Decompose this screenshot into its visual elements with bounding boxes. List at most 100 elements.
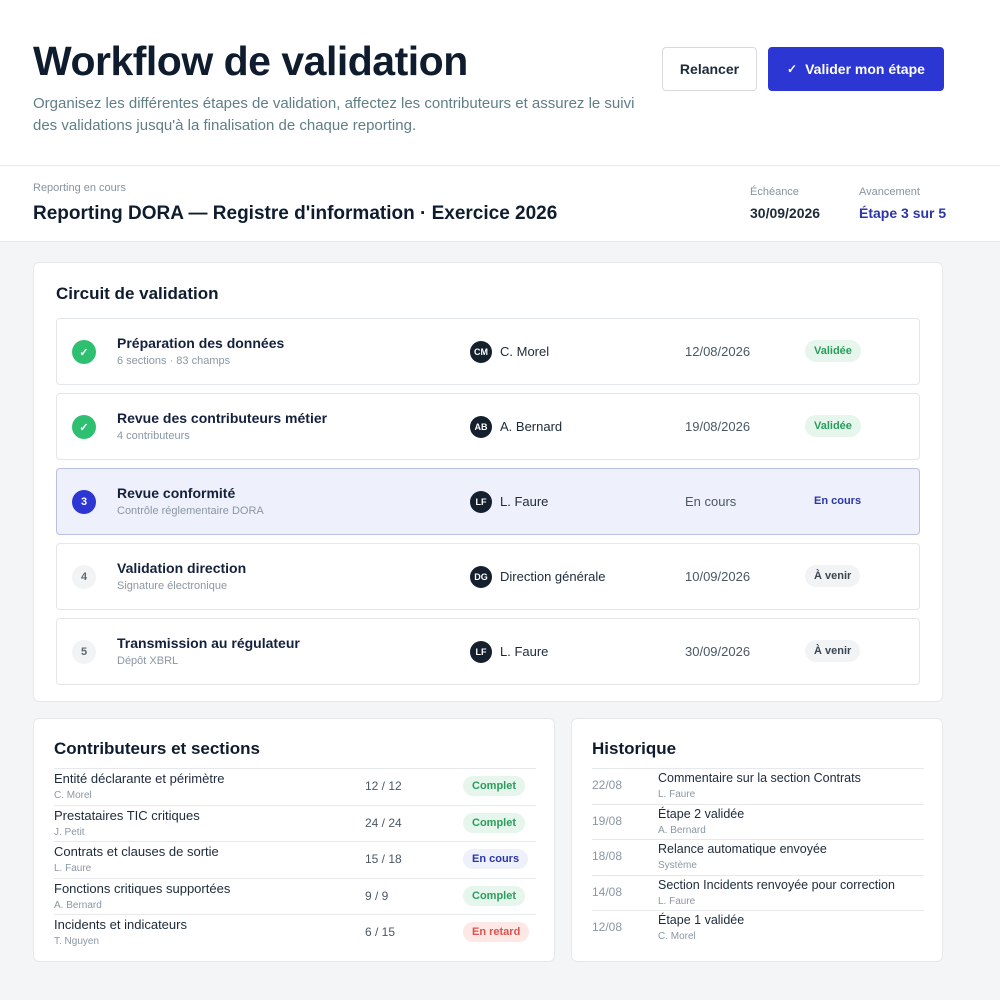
step-name: Validation direction bbox=[117, 560, 247, 576]
page-title: Workflow de validation bbox=[33, 38, 468, 84]
section-contributor: A. Bernard bbox=[54, 899, 102, 911]
history-author: C. Morel bbox=[658, 931, 696, 943]
status-badge: Validée bbox=[805, 340, 861, 362]
page-header: Workflow de validation Organisez les dif… bbox=[0, 0, 1000, 166]
relaunch-button[interactable]: Relancer bbox=[662, 47, 757, 91]
check-icon: ✓ bbox=[787, 62, 798, 76]
validate-step-button[interactable]: ✓ Valider mon étape bbox=[768, 47, 944, 91]
section-row[interactable]: Contrats et clauses de sortie L. Faure 15 … bbox=[54, 841, 536, 878]
history-date: 14/08 bbox=[592, 884, 623, 899]
step-detail: Dépôt XBRL bbox=[117, 655, 179, 667]
history-text: Section Incidents renvoyée pour correcti… bbox=[658, 877, 895, 892]
section-name: Entité déclarante et périmètre bbox=[54, 771, 225, 786]
status-badge: Complet bbox=[463, 812, 525, 833]
section-contributor: J. Petit bbox=[54, 826, 85, 838]
section-name: Fonctions critiques supportées bbox=[54, 880, 231, 896]
progress-value: Étape 3 sur 5 bbox=[859, 205, 947, 221]
contributors-card: Contributeurs et sections Entité déclara… bbox=[33, 718, 555, 962]
section-contributor: L. Faure bbox=[54, 863, 92, 875]
section-fields-count: 15 / 18 bbox=[365, 852, 402, 867]
history-author: Système bbox=[658, 860, 697, 872]
report-eyebrow: Reporting en cours bbox=[33, 182, 126, 194]
history-item: 14/08 Section Incidents renvoyée pour cor… bbox=[592, 874, 924, 911]
step-number: 3 bbox=[72, 490, 96, 514]
step-detail: 4 contributeurs bbox=[117, 430, 190, 442]
circuit-title: Circuit de validation bbox=[56, 284, 219, 303]
step-name: Revue conformité bbox=[117, 485, 236, 501]
status-badge: En retard bbox=[463, 922, 530, 943]
section-name: Incidents et indicateurs bbox=[54, 917, 187, 933]
history-text: Étape 2 validée bbox=[658, 806, 745, 821]
step-date: 30/09/2026 bbox=[685, 644, 751, 659]
avatar: AB bbox=[470, 416, 492, 438]
history-date: 22/08 bbox=[592, 778, 623, 792]
history-date: 18/08 bbox=[592, 849, 623, 864]
step-date: 19/08/2026 bbox=[685, 419, 751, 434]
step-name: Transmission au régulateur bbox=[117, 635, 300, 651]
section-name: Contrats et clauses de sortie bbox=[54, 844, 219, 860]
step-assignee: L. Faure bbox=[500, 494, 549, 509]
history-item: 18/08 Relance automatique envoyée Système bbox=[592, 839, 924, 875]
validation-step[interactable]: 5 Transmission au régulateur Dépôt XBRL LF L… bbox=[56, 618, 920, 685]
section-fields-count: 9 / 9 bbox=[365, 888, 389, 903]
current-report-bar: Reporting en cours Reporting DORA — Regi… bbox=[0, 166, 1000, 242]
history-title: Historique bbox=[592, 739, 677, 758]
avatar: LF bbox=[470, 491, 492, 513]
status-badge: Complet bbox=[463, 885, 525, 906]
validation-step[interactable]: ✓ Préparation des données 6 sections · 83 … bbox=[56, 318, 920, 385]
validation-step[interactable]: 4 Validation direction Signature électroni… bbox=[56, 543, 920, 610]
section-row[interactable]: Incidents et indicateurs T. Nguyen 6 / 15 E… bbox=[54, 914, 536, 951]
step-name: Préparation des données bbox=[117, 335, 285, 351]
section-contributor: T. Nguyen bbox=[54, 936, 100, 948]
section-row[interactable]: Fonctions critiques supportées A. Bernard… bbox=[54, 877, 536, 915]
validation-step[interactable]: 3 Revue conformité Contrôle réglementaire … bbox=[56, 468, 920, 535]
history-card: Historique 22/08 Commentaire sur la secti… bbox=[571, 718, 943, 962]
status-badge: En cours bbox=[463, 849, 529, 870]
step-date: En cours bbox=[685, 494, 737, 509]
section-fields-count: 6 / 15 bbox=[365, 925, 396, 940]
history-text: Commentaire sur la section Contrats bbox=[658, 771, 861, 785]
history-text: Relance automatique envoyée bbox=[658, 842, 827, 857]
step-assignee: Direction générale bbox=[500, 569, 606, 584]
history-date: 19/08 bbox=[592, 813, 623, 828]
step-assignee: C. Morel bbox=[500, 344, 550, 359]
step-assignee: L. Faure bbox=[500, 644, 549, 659]
status-badge: À venir bbox=[805, 640, 861, 662]
validation-step[interactable]: ✓ Revue des contributeurs métier 4 contrib… bbox=[56, 393, 920, 460]
history-author: A. Bernard bbox=[658, 824, 706, 836]
step-done-icon: ✓ bbox=[72, 415, 96, 439]
section-contributor: C. Morel bbox=[54, 790, 92, 801]
step-date: 10/09/2026 bbox=[685, 569, 751, 584]
step-detail: Contrôle réglementaire DORA bbox=[117, 505, 264, 517]
step-done-icon: ✓ bbox=[72, 340, 96, 364]
validate-step-label: Valider mon étape bbox=[805, 61, 925, 77]
history-item: 22/08 Commentaire sur la section Contrats… bbox=[592, 768, 924, 804]
deadline-label: Échéance bbox=[750, 186, 799, 198]
section-name: Prestataires TIC critiques bbox=[54, 807, 200, 823]
section-row[interactable]: Prestataires TIC critiques J. Petit 24 / 2… bbox=[54, 804, 536, 842]
section-row[interactable]: Entité déclarante et périmètre C. Morel 12… bbox=[54, 768, 536, 805]
step-detail: 6 sections · 83 champs bbox=[117, 355, 231, 367]
section-fields-count: 24 / 24 bbox=[365, 815, 402, 830]
history-item: 19/08 Étape 2 validée A. Bernard bbox=[592, 803, 924, 840]
deadline-value: 30/09/2026 bbox=[750, 205, 821, 221]
status-badge: Complet bbox=[463, 776, 525, 796]
history-author: L. Faure bbox=[658, 789, 696, 800]
status-badge: En cours bbox=[805, 490, 871, 512]
validation-circuit-card: Circuit de validation ✓ Préparation des d… bbox=[33, 262, 943, 702]
step-number: 4 bbox=[72, 565, 96, 589]
history-text: Étape 1 validée bbox=[658, 913, 745, 928]
step-date: 12/08/2026 bbox=[685, 344, 751, 359]
status-badge: Validée bbox=[805, 415, 861, 437]
contributors-title: Contributeurs et sections bbox=[54, 739, 260, 758]
history-date: 12/08 bbox=[592, 920, 623, 935]
step-detail: Signature électronique bbox=[117, 580, 228, 592]
step-name: Revue des contributeurs métier bbox=[117, 410, 328, 426]
history-item: 12/08 Étape 1 validée C. Morel bbox=[592, 910, 924, 946]
section-fields-count: 12 / 12 bbox=[365, 779, 402, 793]
page-subtitle: Organisez les différentes étapes de vali… bbox=[33, 95, 635, 134]
history-author: L. Faure bbox=[658, 895, 696, 907]
step-assignee: A. Bernard bbox=[500, 419, 563, 434]
avatar: DG bbox=[470, 566, 492, 588]
status-badge: À venir bbox=[805, 565, 861, 587]
